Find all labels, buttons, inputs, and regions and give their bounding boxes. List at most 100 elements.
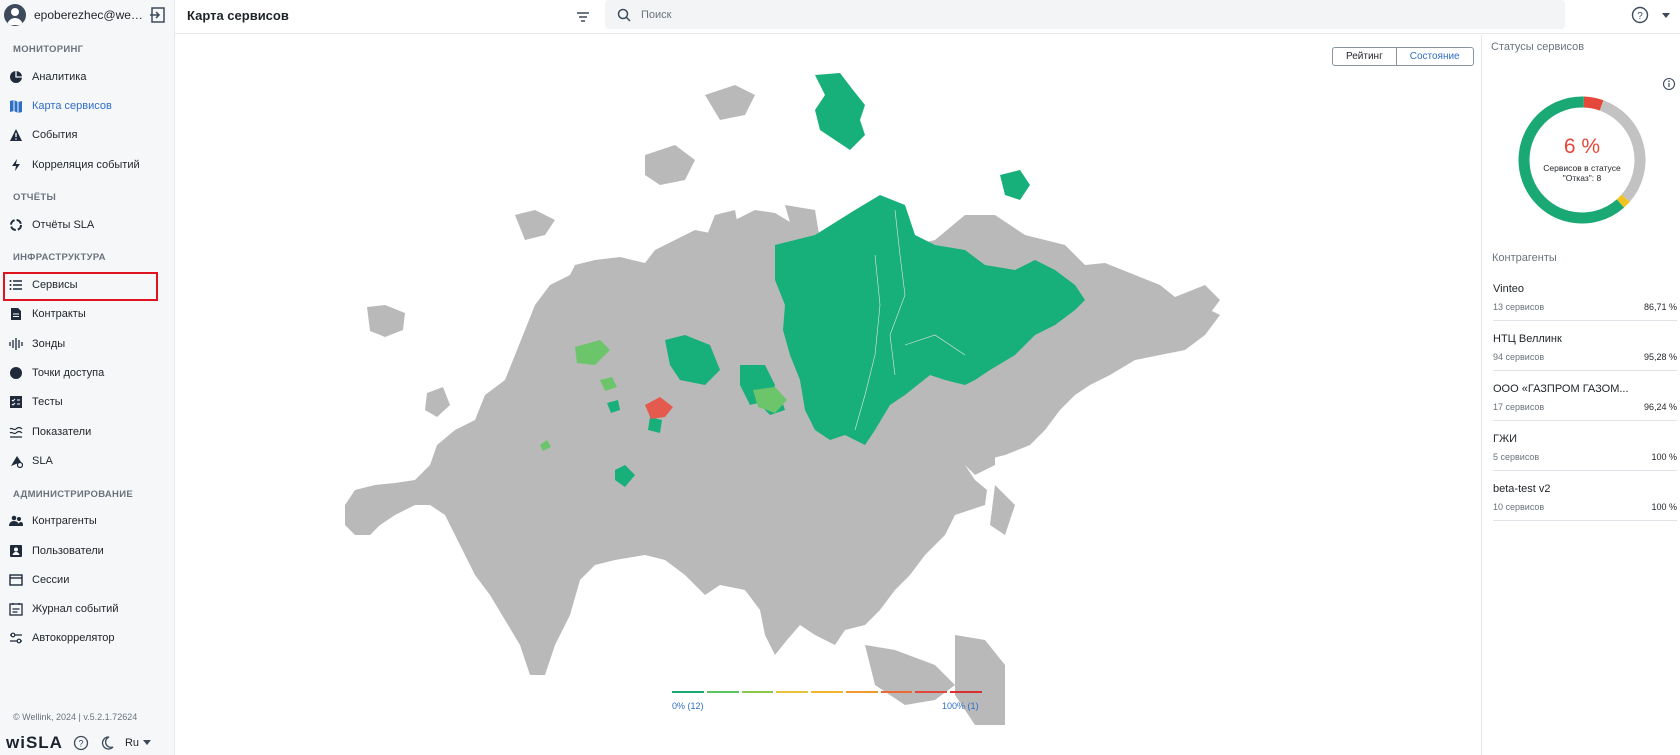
sidebar-item-label: События	[32, 129, 78, 142]
counterparty-row[interactable]: НТЦ Веллинк 94 сервисов 95,28 %	[1493, 321, 1677, 371]
top-bar: Карта сервисов ?	[175, 0, 1680, 34]
logout-icon[interactable]	[149, 6, 167, 24]
nav-section-title: ИНФРАСТРУКТУРА	[13, 252, 106, 264]
svg-text:?: ?	[1637, 11, 1643, 22]
sla-icon	[8, 453, 24, 469]
map-icon	[8, 98, 24, 114]
counterparty-row[interactable]: Vinteo 13 сервисов 86,71 %	[1493, 271, 1677, 321]
sidebar-bottom: wiSLA ? Ru	[6, 733, 152, 753]
donut-segment-fail[interactable]	[1583, 96, 1604, 111]
sidebar-item[interactable]: Пользователи	[0, 536, 175, 565]
user-menu[interactable]: epoberezhec@well...	[0, 0, 175, 30]
legend-segment	[880, 691, 913, 693]
sidebar-item[interactable]: Журнал событий	[0, 594, 175, 623]
log-icon	[8, 601, 24, 617]
pie-chart-icon	[8, 69, 24, 85]
lightning-icon	[8, 157, 24, 173]
legend-segment	[845, 691, 878, 693]
sidebar-item[interactable]: Сервисы	[0, 270, 175, 302]
sidebar-item[interactable]: Контракты	[0, 300, 175, 329]
chevron-down-icon[interactable]	[1661, 10, 1671, 20]
sidebar-item-label: Зонды	[32, 337, 66, 350]
map-canvas[interactable]	[175, 35, 1481, 755]
moon-icon[interactable]	[99, 735, 115, 751]
counterparty-row[interactable]: ООО «ГАЗПРОМ ГАЗОМ... 17 сервисов 96,24 …	[1493, 371, 1677, 421]
language-select[interactable]: Ru	[124, 737, 152, 749]
sidebar-item[interactable]: Контрагенты	[0, 507, 175, 536]
map-legend: 0% (12) 100% (1)	[672, 691, 983, 721]
sidebar-item[interactable]: Карта сервисов	[0, 91, 175, 120]
filter-icon[interactable]	[573, 7, 593, 27]
sidebar-item-label: Аналитика	[32, 70, 87, 83]
help-circle-icon[interactable]: ?	[73, 735, 89, 751]
checklist-icon	[8, 394, 24, 410]
sidebar-item-label: Корреляция событий	[32, 158, 140, 171]
sidebar-item[interactable]: Отчёты SLA	[0, 210, 175, 239]
sidebar-item[interactable]: События	[0, 121, 175, 150]
circle-progress-icon	[8, 217, 24, 233]
dot-icon	[8, 365, 24, 381]
sidebar-item-label: Контракты	[32, 308, 86, 321]
user-badge-icon	[8, 543, 24, 559]
counterparties-list: Vinteo 13 сервисов 86,71 % НТЦ Веллинк 94…	[1493, 271, 1677, 521]
counterparty-name: Vinteo	[1493, 283, 1524, 295]
svg-text:?: ?	[78, 739, 83, 749]
status-donut-chart[interactable]	[1515, 93, 1649, 227]
search-icon	[617, 8, 631, 22]
counterparty-row[interactable]: beta-test v2 10 сервисов 100 %	[1493, 471, 1677, 521]
window-icon	[8, 572, 24, 588]
wisla-logo: wiSLA	[6, 733, 63, 752]
counterparty-row[interactable]: ГЖИ 5 сервисов 100 %	[1493, 421, 1677, 471]
panel-title: Статусы сервисов	[1491, 41, 1585, 53]
nav-menu: МОНИТОРИНГ Аналитика Карта сервисов События…	[0, 42, 175, 653]
people-icon	[8, 513, 24, 529]
sidebar-item[interactable]: Автокоррелятор	[0, 624, 175, 653]
counterparty-service-count: 5 сервисов	[1493, 452, 1540, 462]
search-input[interactable]	[641, 8, 1541, 21]
tab-rating[interactable]: Рейтинг	[1333, 48, 1396, 65]
sidebar-item[interactable]: Зонды	[0, 329, 175, 358]
info-icon[interactable]	[1662, 77, 1676, 91]
avatar	[4, 4, 26, 26]
warning-icon	[8, 127, 24, 143]
sidebar-item[interactable]: Тесты	[0, 388, 175, 417]
copyright: © Wellink, 2024 | v.5.2.1.72624	[13, 712, 138, 722]
sidebar: epoberezhec@well... МОНИТОРИНГ Аналитика К…	[0, 0, 175, 755]
sidebar-item[interactable]: Корреляция событий	[0, 150, 175, 179]
sidebar-item[interactable]: Показатели	[0, 417, 175, 446]
counterparty-name: НТЦ Веллинк	[1493, 333, 1562, 345]
nav-section-title: ОТЧЁТЫ	[13, 192, 57, 204]
fail-caption: Сервисов в статусе "Отказ": 8	[1543, 163, 1621, 183]
sidebar-item-label: Точки доступа	[32, 367, 105, 380]
sidebar-item[interactable]: SLA	[0, 446, 175, 475]
legend-min-label: 0% (12)	[672, 701, 704, 711]
counterparty-service-count: 94 сервисов	[1493, 352, 1545, 362]
counterparty-service-count: 17 сервисов	[1493, 402, 1545, 412]
sidebar-item-label: Автокоррелятор	[32, 632, 115, 645]
sidebar-item[interactable]: Сессии	[0, 565, 175, 594]
donut-segment-ok[interactable]	[1518, 96, 1625, 224]
tab-state[interactable]: Состояние	[1395, 48, 1473, 65]
sidebar-item-label: Сессии	[32, 573, 70, 586]
help-icon[interactable]: ?	[1630, 5, 1650, 25]
sidebar-item-label: Тесты	[32, 396, 63, 409]
donut-segment-warn[interactable]	[1616, 194, 1630, 208]
fail-percent: 6 %	[1563, 135, 1601, 158]
legend-segment	[706, 691, 739, 693]
language-value: Ru	[124, 737, 140, 749]
legend-segment	[776, 691, 809, 693]
search-bar[interactable]	[605, 0, 1565, 29]
view-toggle[interactable]: Рейтинг Состояние	[1332, 47, 1474, 66]
counterparty-name: ООО «ГАЗПРОМ ГАЗОМ...	[1493, 383, 1629, 395]
document-icon	[8, 306, 24, 322]
counterparty-sla-value: 95,28 %	[1643, 352, 1677, 362]
counterparty-service-count: 13 сервисов	[1493, 302, 1545, 312]
nav-section-title: МОНИТОРИНГ	[13, 44, 84, 55]
counterparty-service-count: 10 сервисов	[1493, 502, 1545, 512]
sidebar-item[interactable]: Точки доступа	[0, 358, 175, 387]
chevron-down-icon	[143, 740, 152, 745]
sidebar-item-label: Показатели	[32, 425, 92, 438]
sidebar-item[interactable]: Аналитика	[0, 62, 175, 91]
legend-color-bar	[672, 691, 983, 693]
counterparty-sla-value: 100 %	[1651, 502, 1677, 512]
